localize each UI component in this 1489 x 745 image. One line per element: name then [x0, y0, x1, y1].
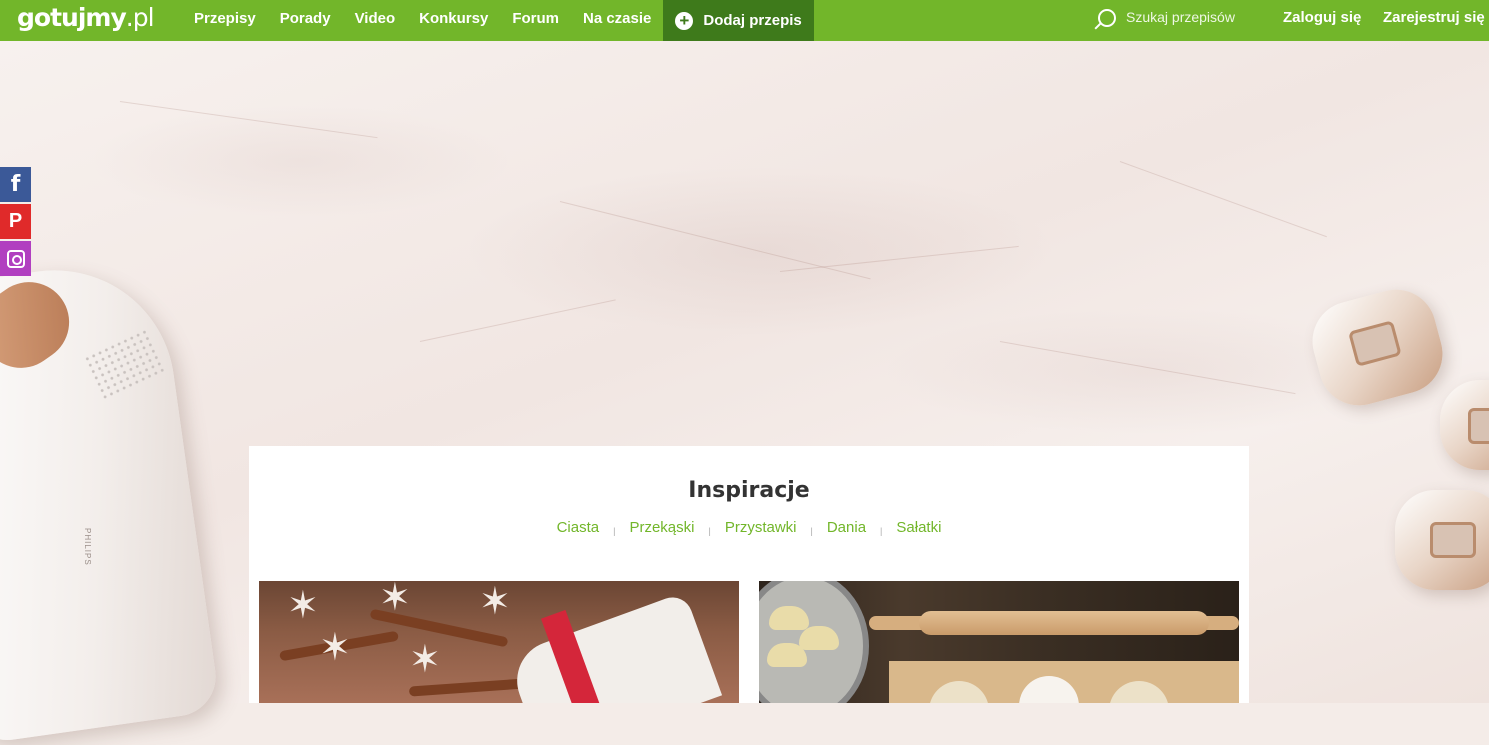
pinterest-icon: P — [8, 210, 23, 232]
category-link-przekaski[interactable]: Przekąski — [629, 519, 694, 536]
separator: | — [810, 525, 813, 536]
search-icon[interactable] — [1098, 9, 1116, 27]
separator: | — [613, 525, 616, 536]
nav-item-na-czasie[interactable]: Na czasie — [571, 0, 663, 41]
nav-item-konkursy[interactable]: Konkursy — [407, 0, 500, 41]
recipe-tile-image[interactable]: ✶ ✶ ✶ ✶ ✶ — [259, 581, 739, 703]
nav-item-video[interactable]: Video — [343, 0, 408, 41]
category-link-przystawki[interactable]: Przystawki — [725, 519, 797, 536]
instagram-icon — [6, 249, 25, 268]
facebook-icon: f — [10, 172, 21, 197]
logo-main: gotujmy — [17, 3, 127, 32]
plus-icon: + — [675, 11, 694, 30]
section-title: Inspiracje — [688, 478, 810, 503]
separator: | — [708, 525, 711, 536]
login-link[interactable]: Zaloguj się — [1283, 0, 1361, 36]
add-recipe-label: Dodaj przepis — [703, 12, 802, 29]
site-logo[interactable]: gotujmy.pl — [17, 3, 155, 32]
category-links: Ciasta | Przekąski | Przystawki | Dania … — [249, 519, 1249, 536]
category-link-salatki[interactable]: Sałatki — [896, 519, 941, 536]
nav-item-przepisy[interactable]: Przepisy — [182, 0, 268, 41]
nav-item-forum[interactable]: Forum — [500, 0, 571, 41]
inspiration-section: Inspiracje Ciasta | Przekąski | Przystaw… — [249, 446, 1249, 703]
category-link-ciasta[interactable]: Ciasta — [557, 519, 600, 536]
search-input[interactable] — [1126, 6, 1238, 28]
separator: | — [880, 525, 883, 536]
facebook-button[interactable]: f — [0, 167, 31, 202]
ad-brand-text: PHILIPS — [83, 528, 92, 566]
register-link[interactable]: Zarejestruj się — [1383, 0, 1485, 36]
category-link-dania[interactable]: Dania — [827, 519, 866, 536]
ad-attachment-image — [1395, 490, 1489, 590]
instagram-button[interactable] — [0, 241, 31, 276]
add-recipe-button[interactable]: + Dodaj przepis — [663, 0, 814, 41]
top-navigation-bar: gotujmy.pl Przepisy Porady Video Konkurs… — [0, 0, 1489, 41]
main-nav: Przepisy Porady Video Konkursy Forum Na … — [182, 0, 814, 41]
nav-item-porady[interactable]: Porady — [268, 0, 343, 41]
logo-suffix: .pl — [125, 3, 155, 32]
recipe-tile-image[interactable] — [759, 581, 1239, 703]
pinterest-button[interactable]: P — [0, 204, 31, 239]
